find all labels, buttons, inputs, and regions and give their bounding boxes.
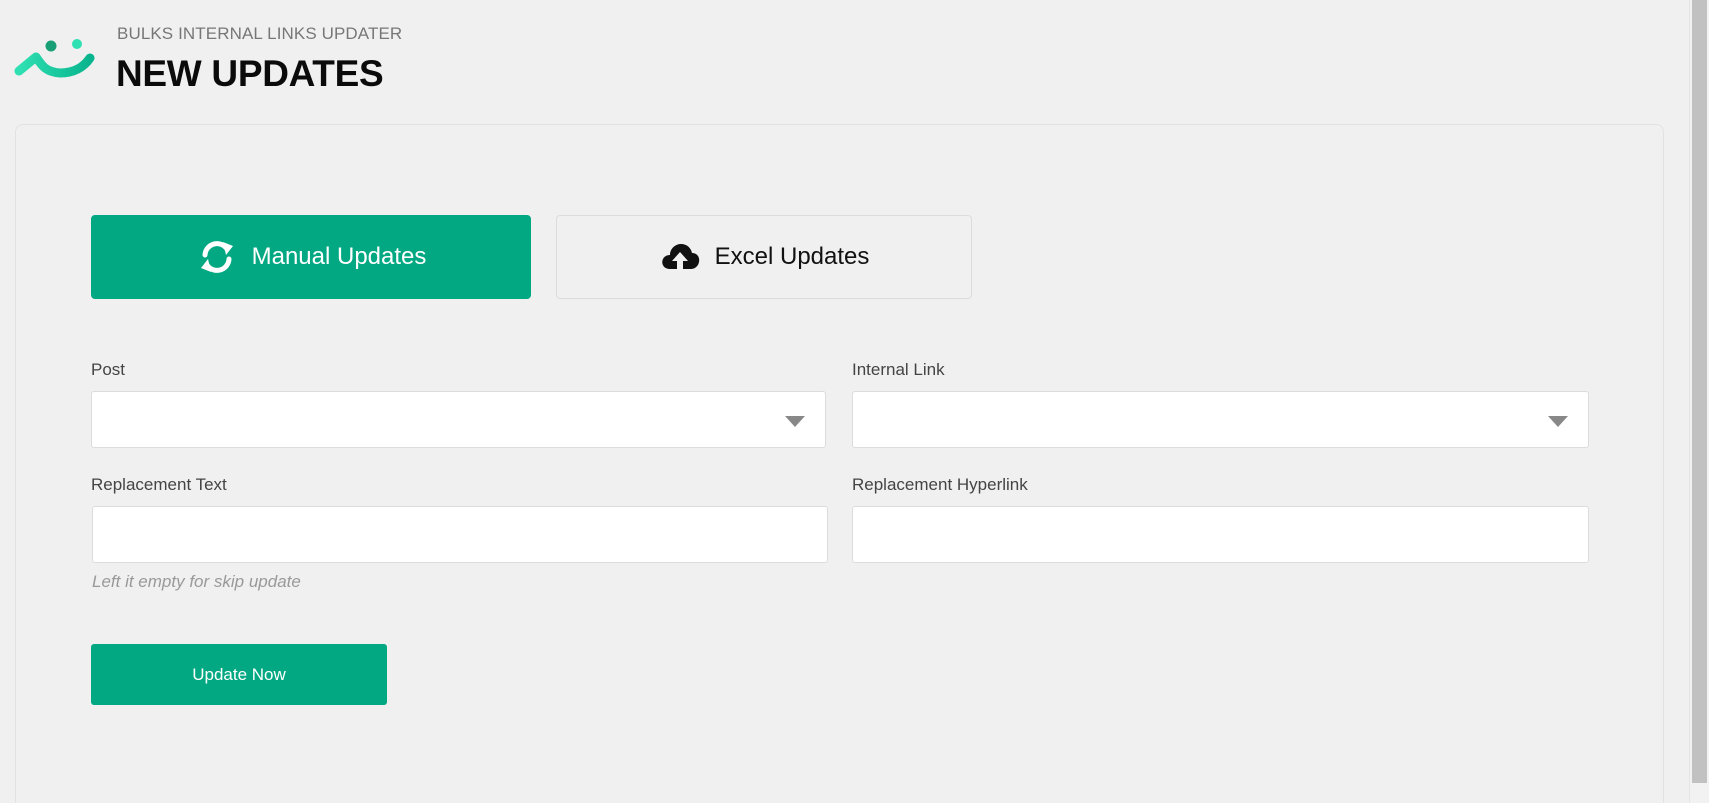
replacement-text-input[interactable]: [93, 507, 827, 562]
internal-link-select[interactable]: [852, 391, 1589, 448]
app-subtitle: BULKS INTERNAL LINKS UPDATER: [117, 24, 403, 43]
logo-icon: [14, 39, 95, 78]
replacement-hyperlink-input[interactable]: [853, 507, 1588, 562]
tab-manual-updates-label: Manual Updates: [251, 243, 427, 270]
tab-manual-updates[interactable]: Manual Updates: [91, 215, 531, 299]
replacement-text-hint: Left it empty for skip update: [92, 572, 301, 591]
tab-excel-updates[interactable]: Excel Updates: [556, 215, 972, 299]
tab-excel-updates-label: Excel Updates: [714, 243, 870, 270]
page: BULKS INTERNAL LINKS UPDATER NEW UPDATES…: [0, 0, 1709, 803]
header: BULKS INTERNAL LINKS UPDATER NEW UPDATES: [0, 0, 1690, 120]
replacement-text-label: Replacement Text: [91, 475, 227, 494]
replacement-hyperlink-label: Replacement Hyperlink: [852, 475, 1028, 494]
vertical-scrollbar[interactable]: [1689, 0, 1709, 803]
internal-link-label: Internal Link: [852, 360, 945, 379]
post-label: Post: [91, 360, 126, 379]
replacement-hyperlink-field-wrapper: [852, 506, 1589, 563]
replacement-text-field-wrapper: [92, 506, 828, 563]
refresh-icon: [196, 236, 238, 278]
scrollbar-thumb[interactable]: [1692, 0, 1707, 783]
update-now-button[interactable]: Update Now: [91, 644, 387, 705]
post-select[interactable]: [91, 391, 826, 448]
page-title: NEW UPDATES: [116, 53, 384, 94]
chevron-down-icon: [785, 416, 805, 427]
cloud-upload-icon: [659, 236, 701, 278]
chevron-down-icon: [1548, 416, 1568, 427]
